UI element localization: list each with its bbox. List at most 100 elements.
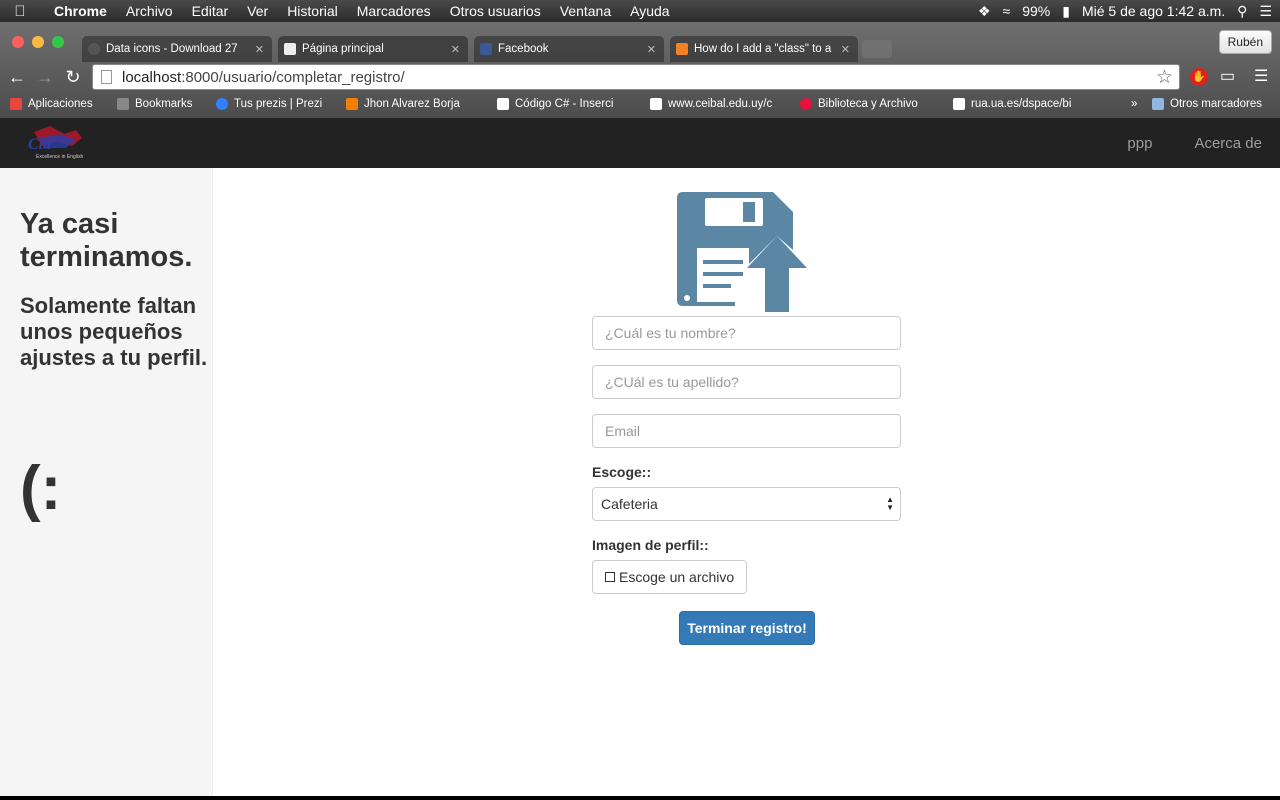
menu-otros-usuarios[interactable]: Otros usuarios <box>450 3 541 19</box>
tab-pagina-principal[interactable]: Página principal ✕ <box>278 36 468 62</box>
menubar-datetime[interactable]: Mié 5 de ago 1:42 a.m. <box>1082 3 1225 19</box>
tab-label: Página principal <box>302 43 384 55</box>
bookmark-star-icon[interactable]: ☆ <box>1156 66 1173 89</box>
address-bar[interactable]: localhost:8000/usuario/completar_registr… <box>92 64 1180 90</box>
web-page: Cla Excellence in English ppp Acerca de … <box>0 118 1280 796</box>
menu-ayuda[interactable]: Ayuda <box>630 3 669 19</box>
zoom-window-button[interactable] <box>52 36 64 48</box>
tab-label: Facebook <box>498 43 549 55</box>
sidebar-title: Ya casi terminamos. <box>20 208 193 273</box>
first-name-input[interactable] <box>592 316 901 350</box>
bookmark-otros-marcadores[interactable]: Otros marcadores <box>1152 98 1262 110</box>
bookmark-biblioteca[interactable]: Biblioteca y Archivo <box>800 98 932 110</box>
macos-menubar:  Chrome Archivo Editar Ver Historial Ma… <box>0 0 1280 22</box>
tab-stackoverflow[interactable]: How do I add a "class" to a ✕ <box>670 36 858 62</box>
nav-link-acerca-de[interactable]: Acerca de <box>1194 135 1262 152</box>
menu-archivo[interactable]: Archivo <box>126 3 173 19</box>
battery-percent[interactable]: 99% <box>1022 3 1050 19</box>
tab-close-icon[interactable]: ✕ <box>451 43 460 56</box>
tab-close-icon[interactable]: ✕ <box>255 43 264 56</box>
profile-image-label: Imagen de perfil:: <box>592 537 709 553</box>
site-navbar: Cla Excellence in English ppp Acerca de <box>0 118 1280 168</box>
file-checkbox-icon <box>605 572 615 582</box>
spotlight-search-icon[interactable]: ⚲ <box>1237 3 1247 20</box>
finish-registration-button[interactable]: Terminar registro! <box>679 611 815 645</box>
browser-chrome: Data icons - Download 27 ✕ Página princi… <box>0 22 1280 118</box>
tab-facebook[interactable]: Facebook ✕ <box>474 36 664 62</box>
choose-select[interactable]: Cafeteria ▲ ▼ <box>592 487 901 521</box>
reload-icon[interactable]: ↻ <box>62 65 84 89</box>
bookmark-label: Código C# - Inserci <box>515 98 614 110</box>
url-host: localhost <box>122 68 182 86</box>
smile-emoticon: (: <box>20 454 62 523</box>
sidebar-subtitle: Solamente faltan unos pequeños ajustes a… <box>20 293 208 370</box>
apple-icon[interactable]:  <box>0 3 40 20</box>
profile-button[interactable]: Rubén <box>1218 30 1272 54</box>
bookmark-bookmarks[interactable]: Bookmarks <box>117 98 193 110</box>
folder-icon <box>1152 98 1164 110</box>
forward-arrow-icon[interactable]: → <box>34 65 56 89</box>
registration-form: Escoge:: Cafeteria ▲▼ Imagen de perfil::… <box>592 316 901 594</box>
bookmark-label: Bookmarks <box>135 98 193 110</box>
bookmark-label: www.ceibal.edu.uy/c <box>668 98 773 110</box>
site-logo[interactable]: Cla Excellence in English <box>20 124 96 162</box>
menu-ver[interactable]: Ver <box>247 3 268 19</box>
bookmark-label: rua.ua.es/dspace/bi <box>971 98 1072 110</box>
minimize-window-button[interactable] <box>32 36 44 48</box>
logo-text: Cla <box>28 136 52 153</box>
chrome-menu-icon[interactable]: ☰ <box>1254 66 1268 86</box>
cast-extension-icon[interactable]: ▭ <box>1220 66 1235 86</box>
select-arrows-icon: ▲ ▼ <box>886 495 894 512</box>
bookmarks-bar: Aplicaciones Bookmarks Tus prezis | Prez… <box>0 94 1280 116</box>
window-controls <box>12 36 64 48</box>
menu-historial[interactable]: Historial <box>287 3 338 19</box>
last-name-input[interactable] <box>592 365 901 399</box>
page-icon <box>650 98 662 110</box>
dropbox-icon[interactable]: ❖ <box>978 3 991 20</box>
choose-label: Escoge:: <box>592 464 652 480</box>
bookmark-aplicaciones[interactable]: Aplicaciones <box>10 98 93 110</box>
tab-label: Data icons - Download 27 <box>106 43 238 55</box>
menu-ventana[interactable]: Ventana <box>560 3 611 19</box>
notification-center-icon[interactable]: ☰ <box>1259 3 1272 20</box>
choose-file-button[interactable]: Escoge un archivo <box>592 560 748 594</box>
page-icon <box>953 98 965 110</box>
bookmark-blogger[interactable]: Jhon Alvarez Borja <box>346 98 476 110</box>
stackoverflow-icon <box>676 43 688 55</box>
choose-select-value: Cafeteria <box>601 496 658 512</box>
tab-close-icon[interactable]: ✕ <box>647 43 656 56</box>
navbar-links: ppp Acerca de <box>1103 118 1280 168</box>
tab-strip: Data icons - Download 27 ✕ Página princi… <box>0 22 1280 62</box>
menu-editar[interactable]: Editar <box>192 3 229 19</box>
bookmark-label: Otros marcadores <box>1170 98 1263 110</box>
facebook-icon <box>480 43 492 55</box>
bookmark-rua[interactable]: rua.ua.es/dspace/bi <box>953 98 1085 110</box>
page-info-icon[interactable] <box>101 70 112 84</box>
main-content: Escoge:: Cafeteria ▲▼ Imagen de perfil::… <box>213 168 1280 796</box>
bookmark-label: Biblioteca y Archivo <box>818 98 918 110</box>
nav-link-ppp[interactable]: ppp <box>1127 135 1152 152</box>
back-arrow-icon[interactable]: ← <box>6 65 28 89</box>
adblock-extension-icon[interactable]: ✋ <box>1190 68 1208 86</box>
save-upload-icon <box>677 192 807 312</box>
battery-icon[interactable]: ▮ <box>1062 3 1070 20</box>
menu-app-name[interactable]: Chrome <box>54 3 107 19</box>
star-icon <box>117 98 129 110</box>
close-window-button[interactable] <box>12 36 24 48</box>
apps-grid-icon <box>10 98 22 110</box>
choose-file-label: Escoge un archivo <box>619 569 735 585</box>
bookmark-ceibal[interactable]: www.ceibal.edu.uy/c <box>650 98 784 110</box>
url-path: :8000/usuario/completar_registro/ <box>181 68 405 86</box>
email-input[interactable] <box>592 414 901 448</box>
bookmark-codigo-csharp[interactable]: Código C# - Inserci <box>497 98 631 110</box>
tab-close-icon[interactable]: ✕ <box>841 43 850 56</box>
tab-data-icons[interactable]: Data icons - Download 27 ✕ <box>82 36 272 62</box>
bookmark-prezi[interactable]: Tus prezis | Prezi <box>216 98 322 110</box>
wifi-icon[interactable]: ≈ <box>1003 3 1011 19</box>
bookmarks-overflow-icon[interactable]: » <box>1131 98 1137 110</box>
new-tab-button[interactable] <box>862 40 892 58</box>
biblioteca-icon <box>800 98 812 110</box>
bookmark-label: Aplicaciones <box>28 98 93 110</box>
menu-marcadores[interactable]: Marcadores <box>357 3 431 19</box>
logo-tagline: Excellence in English <box>36 154 84 160</box>
